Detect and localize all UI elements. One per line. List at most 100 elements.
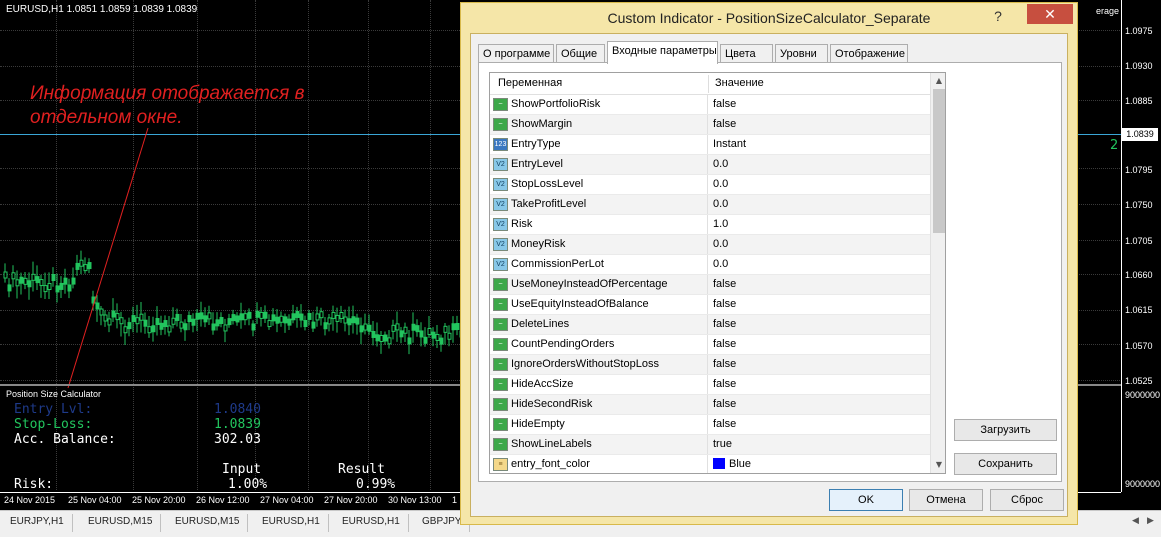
- parameter-name-cell[interactable]: ~ ShowMargin: [492, 115, 708, 134]
- parameter-value[interactable]: false: [713, 278, 736, 290]
- vertical-scrollbar[interactable]: ▲ ▼: [930, 73, 945, 473]
- parameter-value[interactable]: false: [713, 418, 736, 430]
- parameter-row[interactable]: ~ ShowMargin false: [490, 115, 930, 135]
- parameter-name: UseMoneyInsteadOfPercentage: [511, 278, 668, 290]
- chart-tab[interactable]: EURUSD,M15: [80, 514, 162, 532]
- parameter-row[interactable]: ~ ShowLineLabels true: [490, 435, 930, 455]
- time-axis-label: 24 Nov 2015: [4, 495, 56, 505]
- parameter-name-cell[interactable]: 123 EntryType: [492, 135, 708, 154]
- parameter-value[interactable]: false: [713, 338, 736, 350]
- parameter-value[interactable]: false: [713, 98, 736, 110]
- parameter-row[interactable]: ~ UseMoneyInsteadOfPercentage false: [490, 275, 930, 295]
- dialog-tab[interactable]: Уровни: [775, 44, 828, 63]
- chart-tab[interactable]: EURUSD,M15: [167, 514, 249, 532]
- help-button[interactable]: ?: [988, 7, 1008, 25]
- parameter-name-cell[interactable]: ~ UseMoneyInsteadOfPercentage: [492, 275, 708, 294]
- mt4-window: EURUSD,H1 1.0851 1.0859 1.0839 1.0839 er…: [0, 0, 1161, 537]
- parameter-row[interactable]: V2 CommissionPerLot 0.0: [490, 255, 930, 275]
- parameter-row[interactable]: ~ ShowPortfolioRisk false: [490, 95, 930, 115]
- parameter-value[interactable]: false: [713, 318, 736, 330]
- parameter-row[interactable]: ~ HideSecondRisk false: [490, 395, 930, 415]
- parameter-name-cell[interactable]: V2 TakeProfitLevel: [492, 195, 708, 214]
- chart-marker: 2: [1110, 138, 1119, 153]
- parameter-name-cell[interactable]: V2 StopLossLevel: [492, 175, 708, 194]
- parameter-name: HideAccSize: [511, 378, 574, 390]
- parameter-row[interactable]: V2 EntryLevel 0.0: [490, 155, 930, 175]
- parameter-value[interactable]: false: [713, 378, 736, 390]
- parameter-name-cell[interactable]: ~ DeleteLines: [492, 315, 708, 334]
- parameter-row[interactable]: ~ HideEmpty false: [490, 415, 930, 435]
- time-axis-label: 25 Nov 04:00: [68, 495, 122, 505]
- parameter-name-cell[interactable]: ~ IgnoreOrdersWithoutStopLoss: [492, 355, 708, 374]
- parameter-name-cell[interactable]: ~ ShowPortfolioRisk: [492, 95, 708, 114]
- dialog-tab[interactable]: Отображение: [830, 44, 908, 63]
- cancel-button[interactable]: Отмена: [909, 489, 983, 511]
- parameter-row[interactable]: V2 StopLossLevel 0.0: [490, 175, 930, 195]
- parameter-value[interactable]: false: [713, 118, 736, 130]
- column-divider[interactable]: [708, 75, 709, 93]
- parameter-value[interactable]: 0.0: [713, 198, 728, 210]
- column-value-header[interactable]: Значение: [715, 77, 764, 89]
- tabs-scroll-left-icon[interactable]: ◀: [1132, 516, 1139, 526]
- parameter-name-cell[interactable]: ~ HideAccSize: [492, 375, 708, 394]
- column-variable-header[interactable]: Переменная: [498, 77, 562, 89]
- parameter-value[interactable]: false: [713, 398, 736, 410]
- parameter-name-cell[interactable]: ~ HideSecondRisk: [492, 395, 708, 414]
- parameter-name-cell[interactable]: V2 CommissionPerLot: [492, 255, 708, 274]
- scroll-thumb[interactable]: [933, 89, 945, 233]
- parameter-name-cell[interactable]: V2 MoneyRisk: [492, 235, 708, 254]
- bool-type-icon: ~: [493, 358, 508, 371]
- parameter-row[interactable]: ~ CountPendingOrders false: [490, 335, 930, 355]
- parameter-name-cell[interactable]: V2 Risk: [492, 215, 708, 234]
- parameter-name-cell[interactable]: ≡ entry_font_color: [492, 455, 708, 473]
- bool-type-icon: ~: [493, 98, 508, 111]
- parameter-name-cell[interactable]: ~ ShowLineLabels: [492, 435, 708, 454]
- risk-label: Risk:: [14, 477, 54, 492]
- dialog-tab[interactable]: Цвета: [720, 44, 773, 63]
- parameter-name-cell[interactable]: ~ UseEquityInsteadOfBalance: [492, 295, 708, 314]
- parameter-value[interactable]: 0.0: [713, 178, 728, 190]
- dialog-tab[interactable]: Общие: [556, 44, 605, 63]
- scroll-down-icon[interactable]: ▼: [931, 457, 945, 473]
- parameter-value[interactable]: Instant: [713, 138, 746, 150]
- scroll-up-icon[interactable]: ▲: [931, 73, 945, 89]
- chart-tab[interactable]: EURUSD,H1: [254, 514, 329, 532]
- dialog-tab[interactable]: Входные параметры: [607, 41, 718, 64]
- parameter-name-cell[interactable]: ~ CountPendingOrders: [492, 335, 708, 354]
- parameter-row[interactable]: V2 Risk 1.0: [490, 215, 930, 235]
- parameter-value[interactable]: true: [713, 438, 732, 450]
- parameter-row[interactable]: ~ UseEquityInsteadOfBalance false: [490, 295, 930, 315]
- chart-tab[interactable]: EURJPY,H1: [2, 514, 73, 532]
- parameter-value[interactable]: 0.0: [713, 258, 728, 270]
- ok-button[interactable]: OK: [829, 489, 903, 511]
- parameter-value[interactable]: 0.0: [713, 238, 728, 250]
- parameter-value[interactable]: false: [713, 358, 736, 370]
- parameter-row[interactable]: ~ DeleteLines false: [490, 315, 930, 335]
- price-axis-label: 1.0705: [1125, 236, 1153, 246]
- close-button[interactable]: ✕: [1027, 4, 1073, 24]
- parameter-value[interactable]: 1.0: [713, 218, 728, 230]
- parameter-value[interactable]: Blue: [713, 458, 751, 470]
- parameter-row[interactable]: V2 TakeProfitLevel 0.0: [490, 195, 930, 215]
- save-button[interactable]: Сохранить: [954, 453, 1057, 475]
- parameter-name: CountPendingOrders: [511, 338, 615, 350]
- parameter-value[interactable]: false: [713, 298, 736, 310]
- parameter-row[interactable]: ~ HideAccSize false: [490, 375, 930, 395]
- parameter-value[interactable]: 0.0: [713, 158, 728, 170]
- tabs-scroll-right-icon[interactable]: ▶: [1147, 516, 1154, 526]
- custom-indicator-dialog: Custom Indicator - PositionSizeCalculato…: [460, 2, 1078, 525]
- time-axis-label: 1: [452, 495, 458, 505]
- chart-tab[interactable]: EURUSD,H1: [334, 514, 409, 532]
- parameter-name-cell[interactable]: ~ HideEmpty: [492, 415, 708, 434]
- bool-type-icon: ~: [493, 118, 508, 131]
- dialog-titlebar[interactable]: Custom Indicator - PositionSizeCalculato…: [461, 3, 1077, 33]
- parameter-row[interactable]: ~ IgnoreOrdersWithoutStopLoss false: [490, 355, 930, 375]
- dialog-tab[interactable]: О программе: [478, 44, 554, 63]
- parameter-name-cell[interactable]: V2 EntryLevel: [492, 155, 708, 174]
- parameter-row[interactable]: 123 EntryType Instant: [490, 135, 930, 155]
- parameter-row[interactable]: ≡ entry_font_color Blue: [490, 455, 930, 473]
- parameter-name: CommissionPerLot: [511, 258, 604, 270]
- load-button[interactable]: Загрузить: [954, 419, 1057, 441]
- parameter-row[interactable]: V2 MoneyRisk 0.0: [490, 235, 930, 255]
- reset-button[interactable]: Сброс: [990, 489, 1064, 511]
